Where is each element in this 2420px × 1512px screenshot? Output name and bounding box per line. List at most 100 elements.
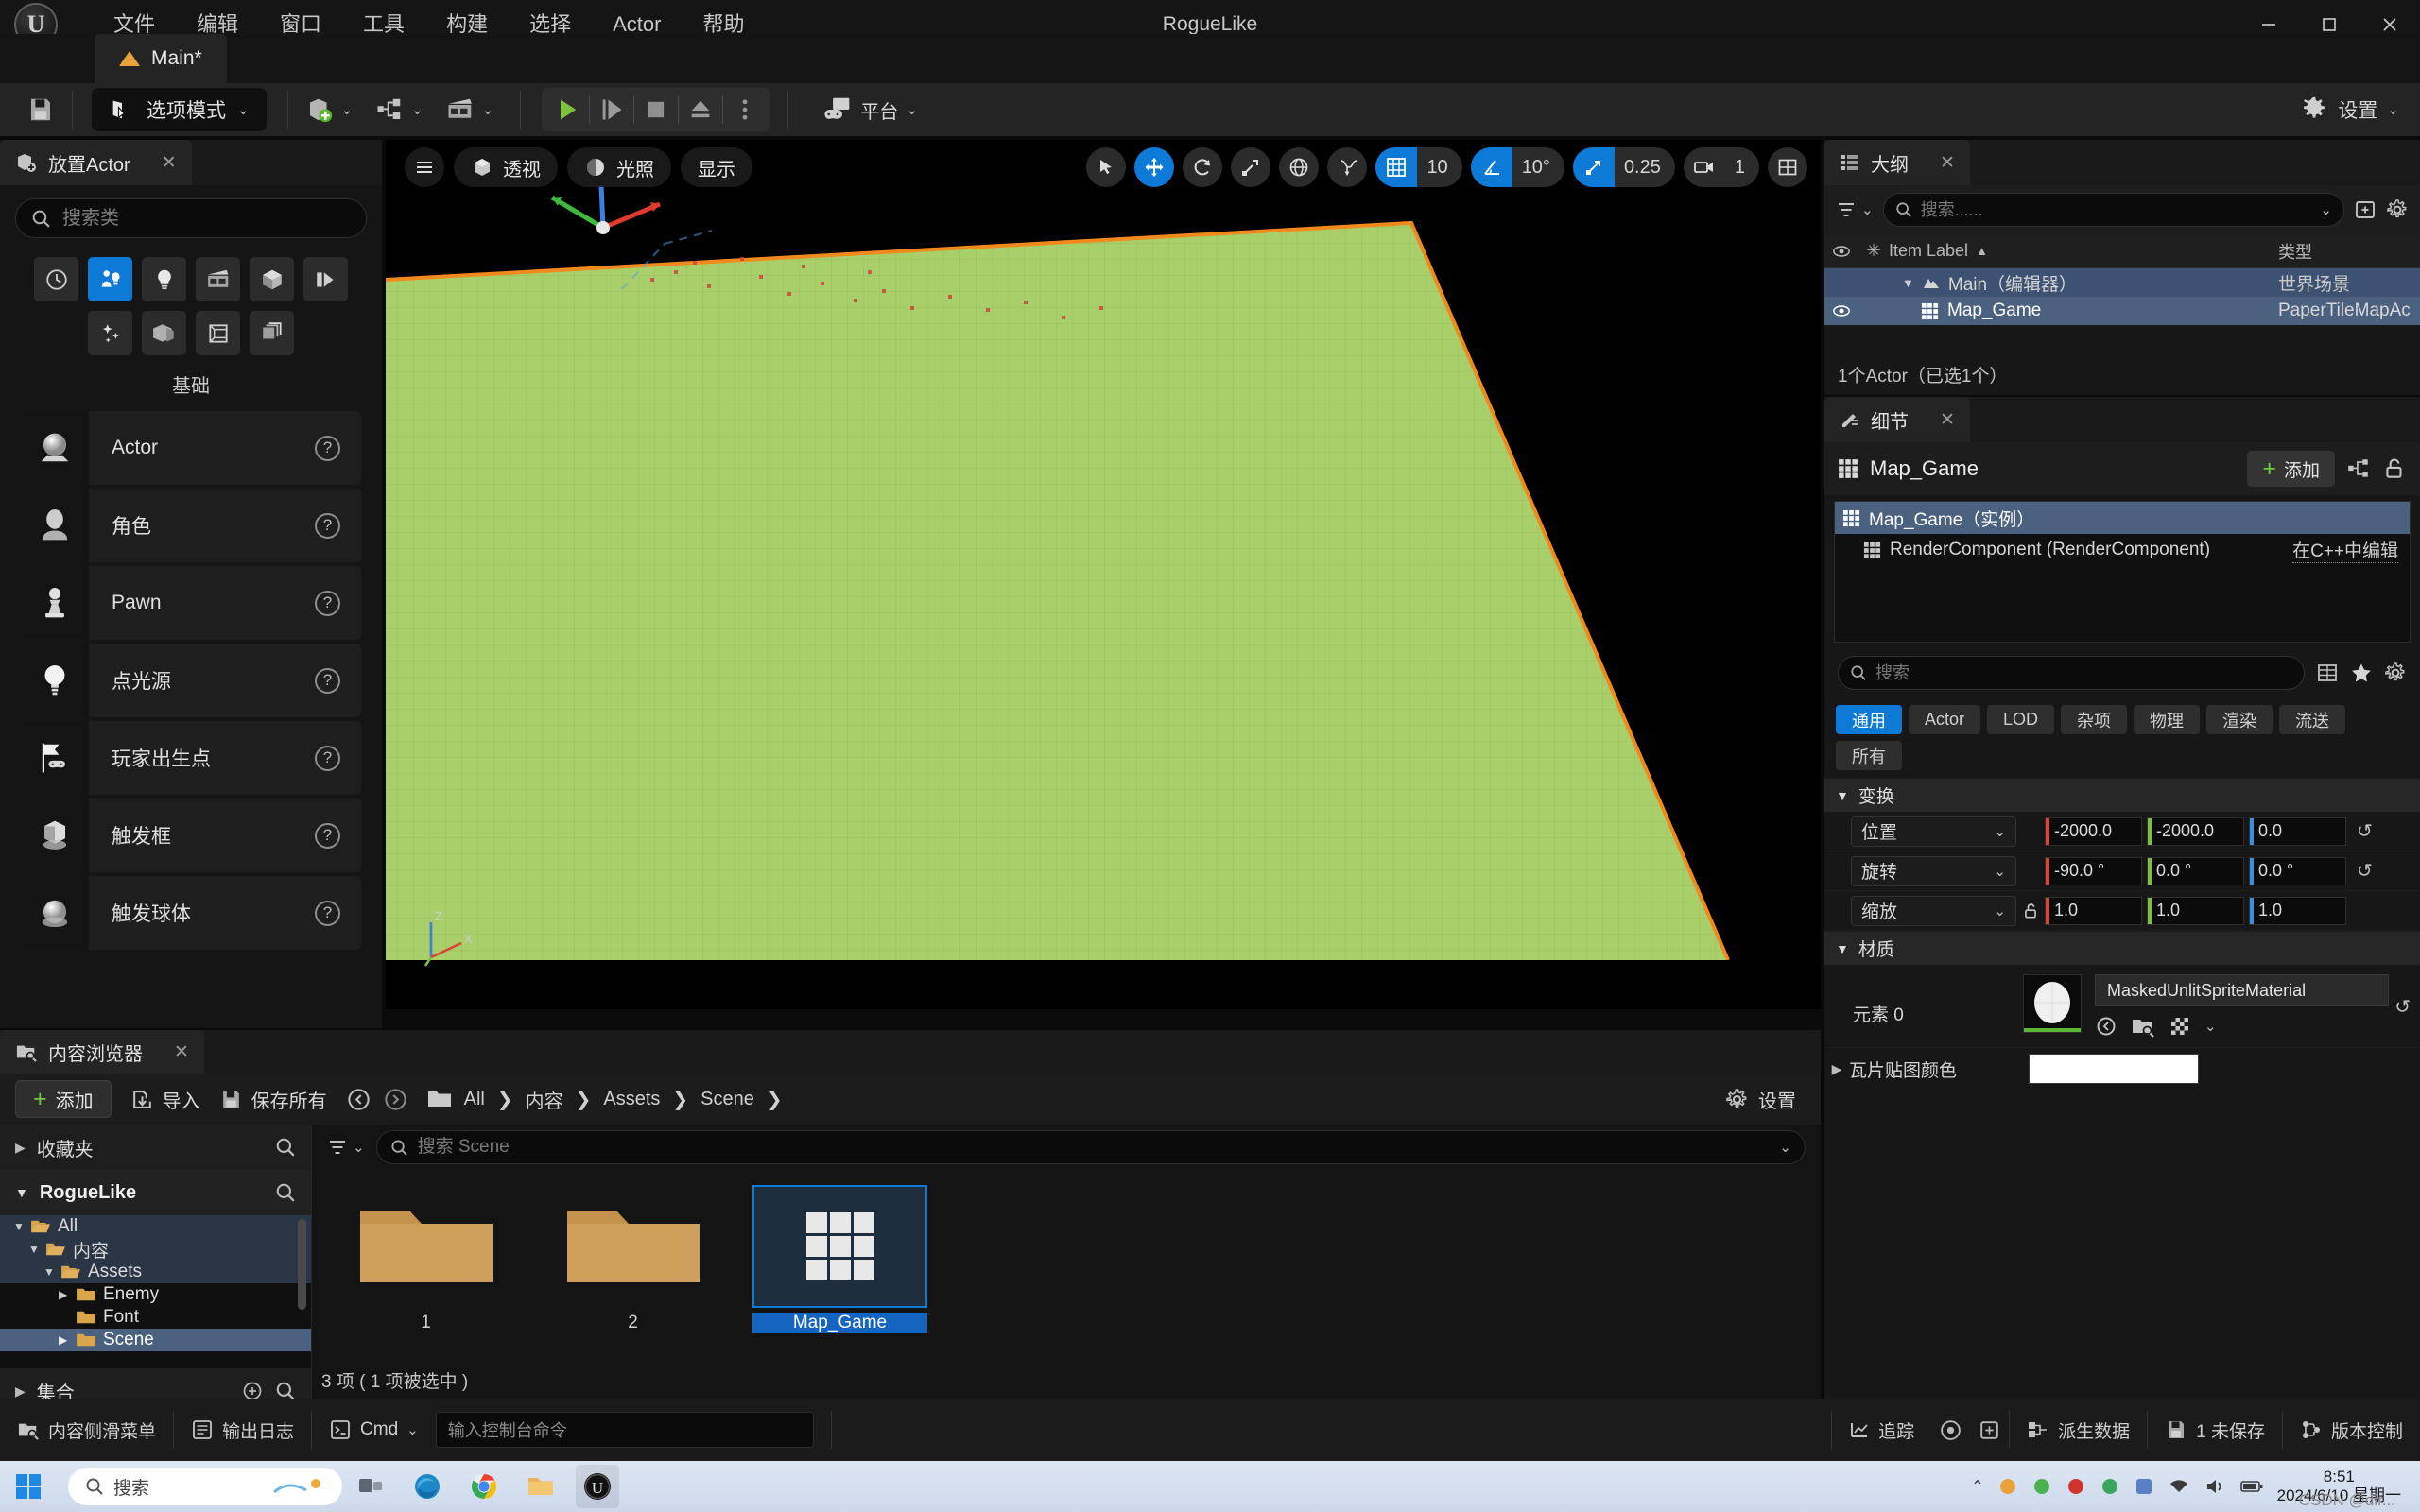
expand-arrow-icon[interactable]: ▼ — [1902, 276, 1914, 290]
scale-y-input[interactable]: 1.0 — [2147, 897, 2244, 925]
trace-button[interactable]: 追踪 — [1832, 1399, 1931, 1461]
expand-arrow-icon[interactable]: ▶ — [59, 1288, 76, 1301]
breadcrumb-content[interactable]: 内容 — [526, 1086, 563, 1113]
blueprint-edit-icon[interactable] — [2346, 456, 2371, 481]
play-button[interactable] — [545, 89, 589, 130]
scale-z-input[interactable]: 1.0 — [2249, 897, 2346, 925]
rotation-z-input[interactable]: 0.0 ° — [2249, 857, 2346, 885]
outliner-settings-icon[interactable] — [2386, 198, 2409, 221]
tab-place-actors[interactable]: 放置Actor ✕ — [0, 140, 192, 185]
add-component-button[interactable]: + 添加 — [2247, 451, 2335, 487]
category-basic[interactable] — [88, 257, 132, 301]
details-favorite-icon[interactable] — [2350, 662, 2373, 684]
lock-icon[interactable] — [2382, 456, 2407, 481]
tree-node-enemy[interactable]: ▶ Enemy — [0, 1283, 311, 1306]
material-value-field[interactable]: MaskedUnlitSpriteMaterial — [2095, 974, 2389, 1006]
output-log-button[interactable]: 输出日志 — [174, 1399, 311, 1461]
stop-button[interactable] — [634, 89, 678, 130]
viewport-perspective-button[interactable]: 透视 — [454, 147, 558, 187]
component-row-render[interactable]: RenderComponent (RenderComponent) 在C++中编… — [1835, 534, 2410, 566]
breadcrumb-scene[interactable]: Scene — [700, 1089, 754, 1110]
surface-snap-icon[interactable] — [1327, 147, 1367, 187]
list-item-character[interactable]: 角色 ? — [21, 489, 361, 562]
close-icon[interactable]: ✕ — [174, 1041, 189, 1063]
location-x-input[interactable]: -2000.0 — [2045, 817, 2142, 846]
breadcrumb-all[interactable]: All — [464, 1089, 485, 1110]
category-shapes[interactable] — [250, 257, 294, 301]
tray-app-icon-4[interactable] — [2100, 1476, 2120, 1497]
collapse-arrow-icon[interactable]: ▼ — [13, 1220, 30, 1233]
category-recent[interactable] — [34, 257, 78, 301]
location-label-box[interactable]: 位置 ⌄ — [1851, 816, 2016, 847]
material-thumbnail[interactable] — [2023, 974, 2082, 1033]
help-icon[interactable]: ? — [315, 436, 340, 461]
content-save-all-button[interactable]: 保存所有 — [219, 1086, 327, 1113]
location-y-input[interactable]: -2000.0 — [2147, 817, 2244, 846]
reset-rotation-icon[interactable]: ↺ — [2357, 859, 2373, 883]
tab-misc[interactable]: 杂项 — [2061, 705, 2127, 734]
search-icon[interactable] — [275, 1137, 296, 1158]
select-tool-icon[interactable] — [1086, 147, 1126, 187]
outliner-search-input[interactable] — [1921, 200, 2312, 220]
component-row-instance[interactable]: Map_Game（实例） — [1835, 502, 2410, 534]
breadcrumb-assets[interactable]: Assets — [603, 1089, 660, 1110]
asset-filter-button[interactable]: ⌄ — [327, 1137, 365, 1158]
tray-app-icon-5[interactable] — [2134, 1476, 2154, 1497]
task-view-icon[interactable] — [349, 1465, 392, 1508]
help-icon[interactable]: ? — [315, 823, 340, 849]
console-command-input[interactable]: 输入控制台命令 — [436, 1412, 814, 1448]
close-icon[interactable]: ✕ — [1940, 152, 1955, 174]
tree-node-scene[interactable]: ▶ Scene — [0, 1329, 311, 1351]
details-settings-icon[interactable] — [2384, 662, 2407, 684]
tree-node-assets[interactable]: ▼ Assets — [0, 1261, 311, 1283]
asset-folder-2[interactable]: 2 — [545, 1185, 720, 1333]
nav-back-icon[interactable] — [346, 1087, 372, 1112]
details-columns-icon[interactable] — [2316, 662, 2339, 684]
camera-speed-control[interactable]: 1 — [1684, 147, 1759, 187]
table-row[interactable]: ▼ Main（编辑器） 世界场景 — [1824, 268, 2420, 297]
blueprint-button[interactable]: ⌄ — [364, 89, 435, 130]
category-lights[interactable] — [142, 257, 186, 301]
favorites-section[interactable]: ▶ 收藏夹 — [0, 1125, 311, 1170]
reset-material-icon[interactable]: ↺ — [2394, 995, 2411, 1019]
play-options-button[interactable] — [723, 89, 767, 130]
move-tool-icon[interactable] — [1134, 147, 1174, 187]
category-all-classes[interactable] — [250, 311, 294, 355]
skip-frame-button[interactable] — [590, 89, 633, 130]
table-row[interactable]: Map_Game PaperTileMapAc — [1824, 297, 2420, 325]
save-button[interactable] — [15, 89, 66, 130]
project-section[interactable]: ▼ RogueLike — [0, 1170, 311, 1215]
viewport-show-button[interactable]: 显示 — [681, 147, 752, 187]
tab-rendering[interactable]: 渲染 — [2206, 705, 2273, 734]
unreal-icon[interactable]: U — [576, 1465, 619, 1508]
status-misc-icon-2[interactable] — [1970, 1418, 2009, 1442]
list-item-pawn[interactable]: Pawn ? — [21, 566, 361, 640]
camera-icon[interactable] — [1684, 147, 1725, 187]
tray-app-icon-2[interactable] — [2031, 1476, 2052, 1497]
outliner-filter-button[interactable]: ⌄ — [1836, 199, 1874, 220]
content-import-button[interactable]: 导入 — [130, 1086, 200, 1113]
reset-location-icon[interactable]: ↺ — [2357, 819, 2373, 843]
eject-button[interactable] — [679, 89, 722, 130]
tab-actor[interactable]: Actor — [1909, 705, 1980, 734]
outliner-search[interactable]: ⌄ — [1883, 193, 2344, 227]
rotation-label-box[interactable]: 旋转 ⌄ — [1851, 856, 2016, 886]
collapse-arrow-icon[interactable]: ▼ — [28, 1243, 45, 1256]
chevron-down-icon[interactable]: ⌄ — [1779, 1139, 1791, 1156]
level-tab-main[interactable]: Main* — [95, 34, 227, 83]
category-cinematic[interactable] — [196, 257, 240, 301]
category-visual-effects[interactable] — [303, 257, 348, 301]
asset-map-game[interactable]: Map_Game — [752, 1185, 927, 1333]
tab-streaming[interactable]: 流送 — [2279, 705, 2345, 734]
help-icon[interactable]: ? — [315, 513, 340, 539]
asset-search-input[interactable] — [418, 1137, 1771, 1158]
source-control-button[interactable]: 版本控制 — [2283, 1399, 2420, 1461]
edge-icon[interactable] — [406, 1465, 449, 1508]
tree-node-all[interactable]: ▼ All — [0, 1215, 311, 1238]
derived-data-button[interactable]: 派生数据 — [2010, 1399, 2147, 1461]
wifi-icon[interactable] — [2168, 1476, 2190, 1497]
scale-tool-icon[interactable] — [1231, 147, 1270, 187]
tab-content-browser[interactable]: 内容浏览器 ✕ — [0, 1030, 204, 1074]
outliner-new-folder-icon[interactable] — [2354, 198, 2377, 221]
chevron-down-icon[interactable]: ⌄ — [2204, 1018, 2217, 1035]
